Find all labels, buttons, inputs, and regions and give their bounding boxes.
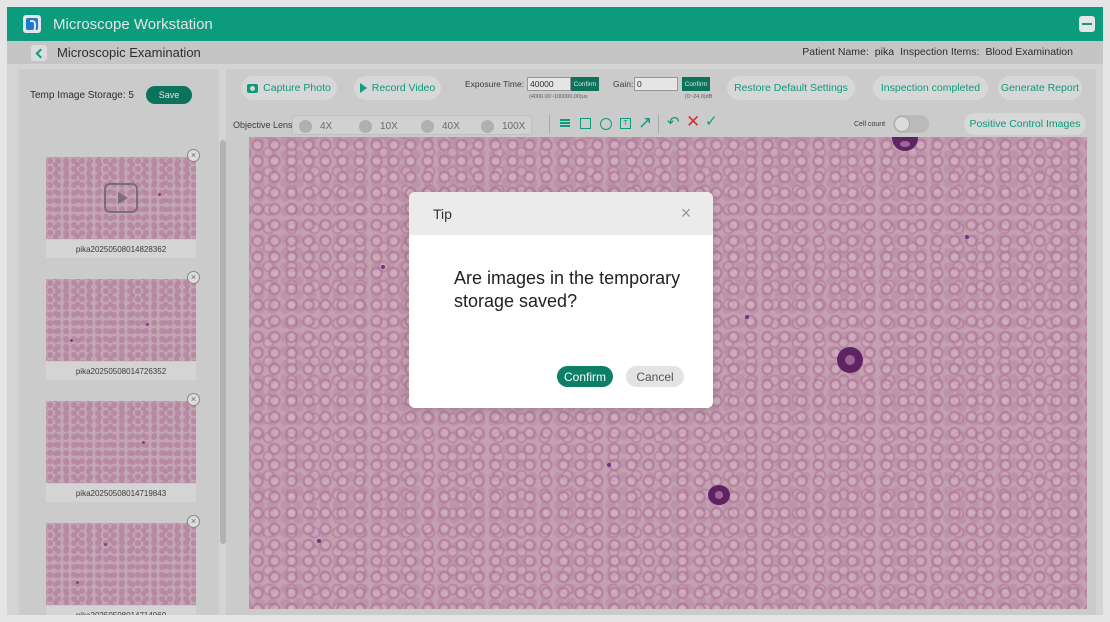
close-icon[interactable]: × (677, 204, 695, 222)
cancel-button[interactable]: Cancel (626, 366, 684, 387)
tip-dialog: Tip × Are images in the temporary storag… (409, 192, 713, 408)
confirm-button[interactable]: Confirm (557, 366, 613, 387)
dialog-message: Are images in the temporary storage save… (454, 268, 681, 311)
dialog-header: Tip × (409, 192, 713, 235)
dialog-title: Tip (433, 206, 452, 222)
